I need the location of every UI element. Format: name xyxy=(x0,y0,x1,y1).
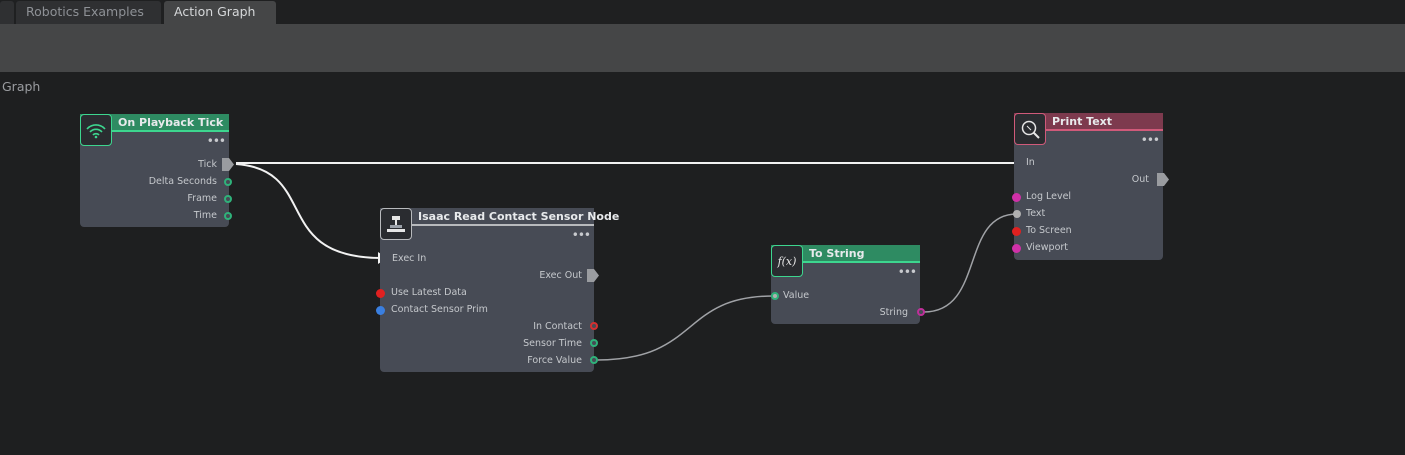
port-in: In xyxy=(1026,157,1035,168)
node-menu-button[interactable]: ••• xyxy=(572,229,591,241)
port-string: String xyxy=(879,307,908,318)
port-force-value: Force Value xyxy=(527,355,582,366)
port-frame: Frame xyxy=(187,193,217,204)
exec-out-pin[interactable] xyxy=(222,158,234,171)
node-title: Isaac Read Contact Sensor Node xyxy=(380,208,619,226)
node-to-string[interactable]: To String f(x) ••• Value String xyxy=(771,245,925,324)
exec-out-pin[interactable] xyxy=(587,269,599,282)
pin-in-contact[interactable] xyxy=(590,322,598,330)
port-to-screen: To Screen xyxy=(1026,225,1072,236)
node-on-playback-tick[interactable]: On Playback Tick ••• Tick Delta Seconds … xyxy=(80,114,234,227)
pin-to-screen[interactable] xyxy=(1012,227,1021,236)
graph-toolbar xyxy=(0,24,1405,72)
port-time: Time xyxy=(193,210,217,221)
exec-out-pin[interactable] xyxy=(1157,173,1169,186)
pin-string[interactable] xyxy=(917,308,925,316)
port-viewport: Viewport xyxy=(1026,242,1069,253)
robot-arm-icon xyxy=(380,208,412,240)
port-in-contact: In Contact xyxy=(533,321,582,332)
pin-text[interactable] xyxy=(1013,210,1021,218)
tab-hidden[interactable] xyxy=(0,1,14,24)
port-value: Value xyxy=(783,290,810,301)
tab-robotics-examples[interactable]: Robotics Examples xyxy=(16,1,161,24)
pin-time[interactable] xyxy=(224,212,232,220)
node-menu-button[interactable]: ••• xyxy=(898,266,917,278)
port-text: Text xyxy=(1026,208,1046,219)
port-use-latest-data: Use Latest Data xyxy=(391,287,467,298)
pin-viewport[interactable] xyxy=(1012,244,1021,253)
port-contact-sensor-prim: Contact Sensor Prim xyxy=(391,304,488,315)
tab-action-graph[interactable]: Action Graph xyxy=(164,1,276,24)
pin-use-latest-data[interactable] xyxy=(376,289,385,298)
node-isaac-read-contact-sensor[interactable]: Isaac Read Contact Sensor Node ••• Exec … xyxy=(376,208,619,372)
node-print-text[interactable]: Print Text ••• In Out Log Level Text To … xyxy=(1012,113,1169,260)
port-out: Out xyxy=(1131,174,1149,185)
graph-label: Graph xyxy=(2,79,41,94)
pin-contact-sensor-prim[interactable] xyxy=(376,306,385,315)
node-menu-button[interactable]: ••• xyxy=(207,135,226,147)
pin-delta-seconds[interactable] xyxy=(224,178,232,186)
pin-value[interactable] xyxy=(771,292,779,300)
pin-sensor-time[interactable] xyxy=(590,339,598,347)
magnifier-icon xyxy=(1014,113,1046,145)
pin-log-level[interactable] xyxy=(1012,193,1021,202)
port-log-level: Log Level xyxy=(1026,191,1072,202)
port-exec-out: Exec Out xyxy=(539,270,582,281)
function-icon-label: f(x) xyxy=(777,254,797,268)
port-tick: Tick xyxy=(198,159,217,170)
pin-force-value[interactable] xyxy=(590,356,598,364)
wifi-icon xyxy=(80,114,112,146)
port-exec-in: Exec In xyxy=(392,253,427,264)
port-sensor-time: Sensor Time xyxy=(523,338,582,349)
tab-bar: Robotics Examples Action Graph xyxy=(0,0,1405,24)
function-icon: f(x) xyxy=(771,245,803,277)
pin-frame[interactable] xyxy=(224,195,232,203)
port-delta-seconds: Delta Seconds xyxy=(148,176,217,187)
node-menu-button[interactable]: ••• xyxy=(1141,134,1160,146)
